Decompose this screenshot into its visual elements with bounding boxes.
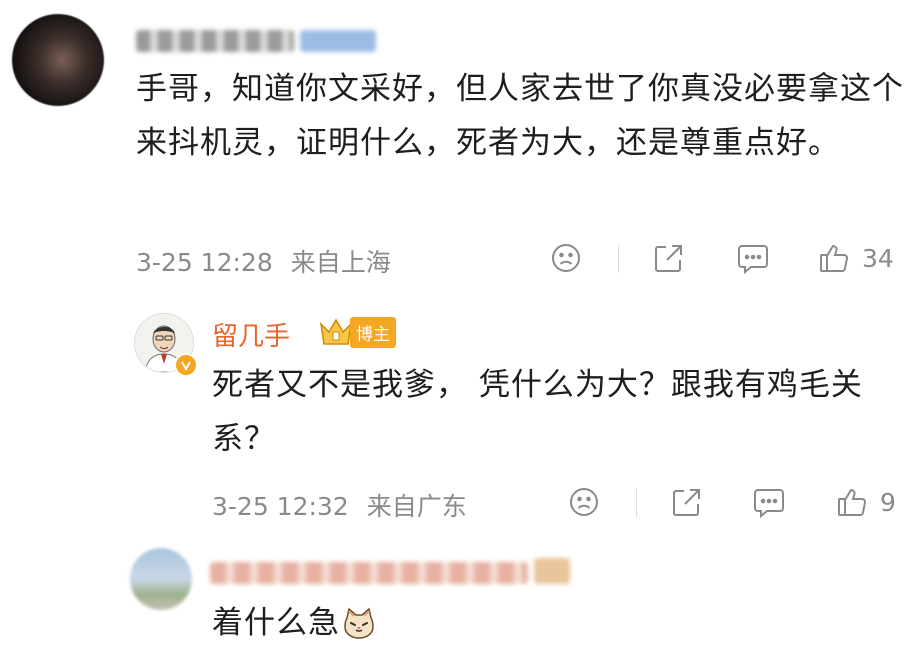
comment-bubble-icon	[738, 245, 768, 274]
comment3-row: 着什么急	[212, 596, 912, 650]
reply-time: 3-25 12:32	[212, 492, 349, 521]
comment-meta: 3-25 12:28 来自上海	[136, 243, 391, 279]
commenter3-tag-blurred	[534, 558, 570, 584]
comment-time: 3-25 12:28	[136, 248, 273, 277]
reply-share-button[interactable]	[670, 486, 704, 518]
like-count: 34	[862, 243, 894, 273]
verified-v-icon	[174, 353, 198, 377]
cat-emoji-icon	[344, 607, 374, 639]
reply-dislike-button[interactable]	[568, 486, 600, 518]
comment-bubble-icon	[754, 489, 784, 518]
crown-icon	[319, 318, 353, 345]
commenter-avatar[interactable]	[12, 14, 104, 106]
reply-like-count: 9	[880, 487, 896, 517]
commenter-tag-blurred	[300, 30, 376, 52]
share-icon	[655, 245, 682, 272]
sad-face-icon	[570, 488, 598, 516]
commenter3-avatar[interactable]	[130, 548, 192, 610]
comment-button[interactable]	[736, 242, 770, 274]
comment-location: 来自上海	[290, 248, 391, 277]
badge-label: 博主	[350, 316, 396, 348]
dislike-button[interactable]	[550, 242, 582, 274]
thumbs-up-icon	[820, 244, 848, 272]
divider	[618, 245, 619, 273]
divider	[636, 489, 637, 517]
reply-location: 来自广东	[366, 492, 467, 521]
reply-comment-button[interactable]	[752, 486, 786, 518]
reply-like-button[interactable]: 9	[836, 485, 896, 519]
reply-username[interactable]: 留几手	[212, 316, 290, 353]
reply-text: 死者又不是我爹， 凭什么为大？跟我有鸡毛关系？	[212, 367, 863, 457]
commenter-name-blurred[interactable]	[136, 30, 294, 52]
like-button[interactable]: 34	[818, 241, 894, 275]
sad-face-icon	[552, 244, 580, 272]
commenter3-name-blurred[interactable]	[210, 562, 528, 584]
comment-text: 手哥，知道你文采好，但人家去世了你真没必要拿这个来抖机灵，证明什么，死者为大，还…	[136, 71, 904, 161]
comment3-text: 着什么急	[212, 605, 340, 641]
blogger-badge: 博主	[318, 316, 396, 348]
share-button[interactable]	[652, 242, 686, 274]
reply-meta: 3-25 12:32 来自广东	[212, 487, 467, 523]
thumbs-up-icon	[838, 488, 866, 516]
share-icon	[673, 489, 700, 516]
